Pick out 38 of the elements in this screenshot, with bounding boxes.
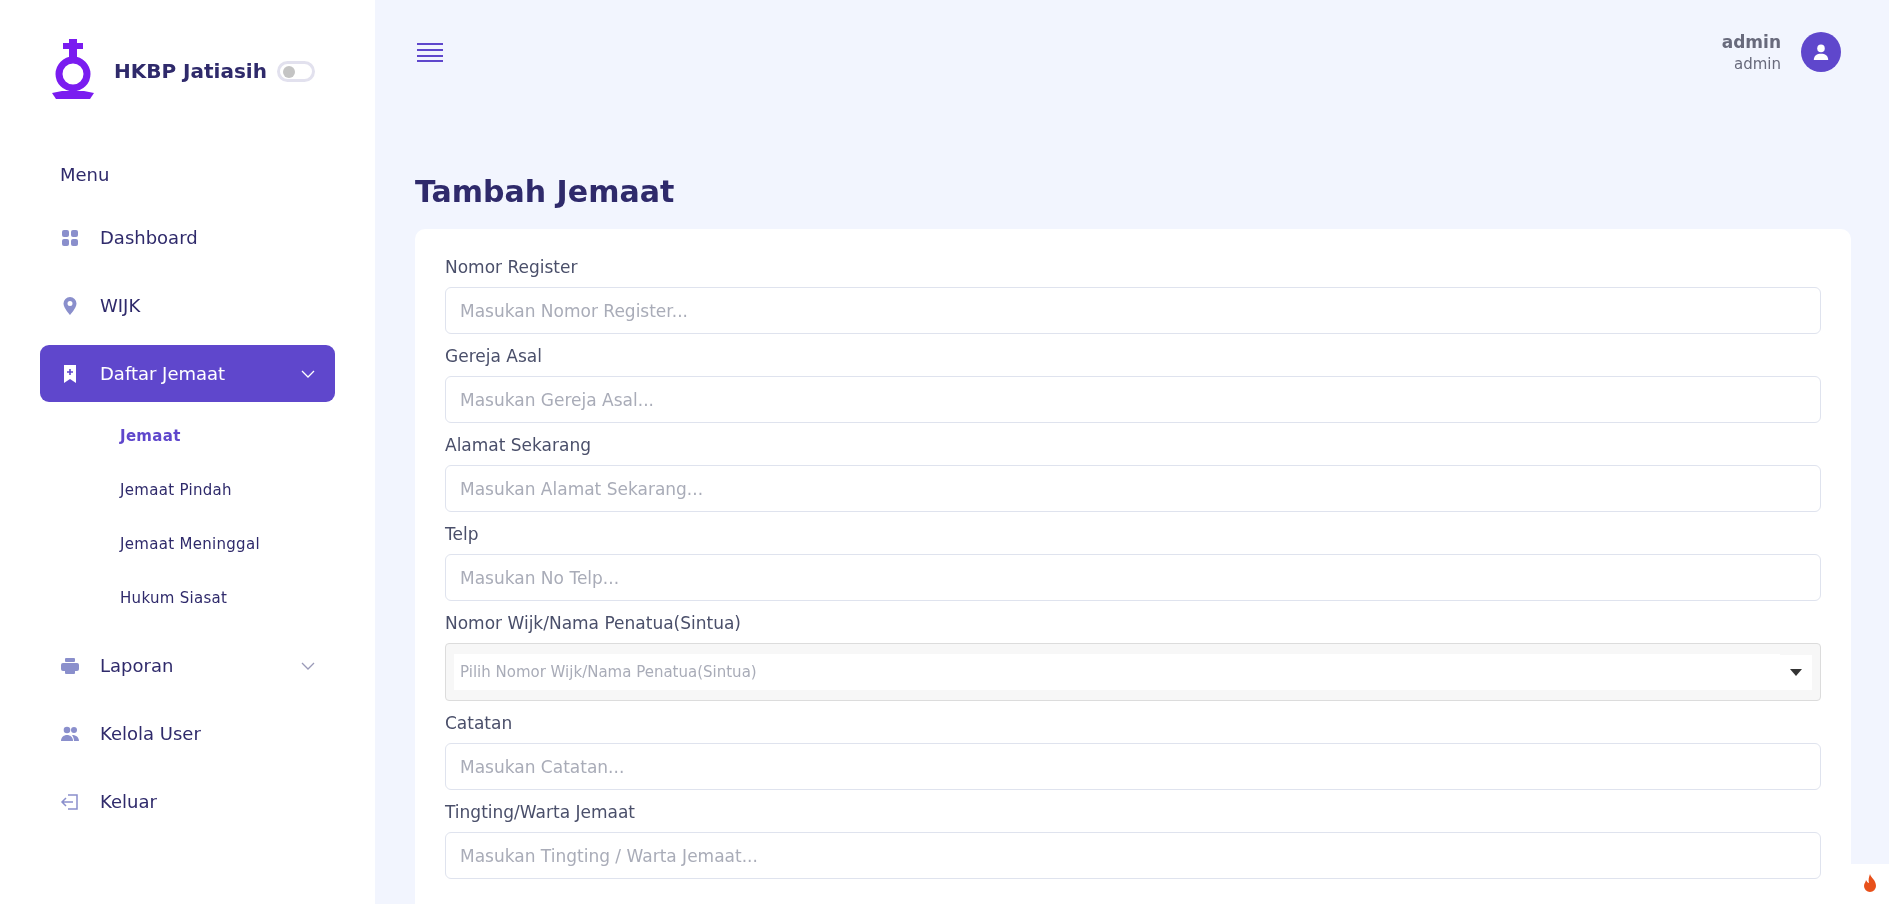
user-avatar[interactable] [1801, 32, 1841, 72]
field-label: Nomor Register [445, 257, 578, 277]
field-label: Nomor Wijk/Nama Penatua(Sintua) [445, 613, 741, 633]
input-field[interactable]: Masukan Gereja Asal... [445, 376, 1821, 423]
caret-icon [1780, 654, 1812, 690]
field-label: Catatan [445, 713, 513, 733]
menu-heading: Menu [60, 164, 110, 185]
field-label: Tingting/Warta Jemaat [445, 802, 635, 822]
field-label: Gereja Asal [445, 346, 542, 366]
input-field[interactable]: Masukan Alamat Sekarang... [445, 465, 1821, 512]
menu-icon[interactable] [417, 42, 443, 62]
page-title: Tambah Jemaat [415, 174, 675, 209]
field-label: Alamat Sekarang [445, 435, 591, 455]
user-role: admin [1734, 54, 1781, 73]
user-name: admin [1721, 31, 1781, 52]
input-field[interactable]: Masukan No Telp... [445, 554, 1821, 601]
nav-item[interactable]: Laporan [40, 637, 335, 694]
input-field[interactable]: Masukan Catatan... [445, 743, 1821, 790]
flame-badge[interactable] [1851, 864, 1889, 904]
input-field[interactable]: Masukan Tingting / Warta Jemaat... [445, 832, 1821, 879]
submenu-item[interactable]: Jemaat Meninggal [120, 517, 260, 571]
logout-icon [60, 791, 80, 812]
theme-toggle[interactable] [276, 60, 315, 82]
printer-icon [60, 655, 80, 676]
nav-item[interactable]: Keluar [40, 773, 335, 830]
brand-name: HKBP Jatiasih [114, 59, 267, 83]
nav-item[interactable]: WIJK [40, 277, 335, 334]
field-label: Telp [445, 524, 479, 544]
input-field[interactable]: Masukan Nomor Register... [445, 287, 1821, 334]
grid-icon [60, 227, 80, 248]
nav-item[interactable]: Kelola User [40, 705, 335, 762]
submenu-item[interactable]: Jemaat Pindah [120, 463, 232, 517]
submenu-item[interactable]: Jemaat [120, 409, 181, 463]
nav-item[interactable]: Dashboard [40, 209, 335, 266]
chevron-down-icon [301, 661, 315, 670]
submenu-item[interactable]: Hukum Siasat [120, 571, 228, 625]
nav-item[interactable]: Daftar Jemaat [40, 345, 335, 402]
chevron-down-icon [301, 369, 315, 378]
